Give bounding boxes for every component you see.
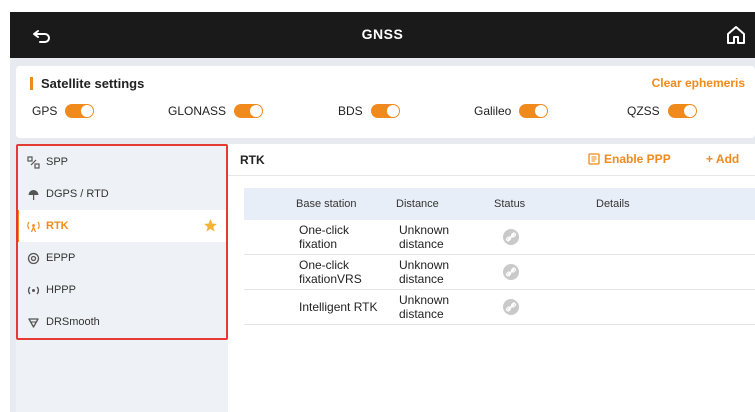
panel-header: RTK Enable PPP + Add [228, 144, 755, 176]
glonass-label: GLONASS [168, 104, 227, 118]
qzss-setting: QZSS [627, 104, 697, 118]
enable-ppp-button[interactable]: Enable PPP [588, 152, 671, 166]
gps-setting: GPS [32, 104, 95, 118]
document-icon [588, 153, 600, 165]
galileo-label: Galileo [474, 104, 512, 118]
toggle-knob [250, 105, 263, 117]
gps-toggle[interactable] [65, 104, 95, 118]
table-row[interactable]: Intelligent RTK Unknown distance [244, 290, 755, 325]
base-station-table: Base station Distance Status Details One… [244, 188, 755, 325]
table-header: Base station Distance Status Details [244, 188, 755, 220]
base-station-cell: Intelligent RTK [299, 300, 378, 314]
distance-cell: Unknown distance [399, 223, 450, 251]
base-station-cell: One-click fixation [299, 223, 350, 251]
enable-ppp-label: Enable PPP [604, 152, 671, 166]
bds-label: BDS [338, 104, 363, 118]
page-title: GNSS [361, 26, 404, 42]
link-icon[interactable] [502, 298, 520, 316]
base-station-cell: One-click fixationVRS [299, 258, 362, 286]
rtk-panel: RTK Enable PPP + Add Base station Distan… [228, 144, 755, 412]
toggle-knob [683, 105, 696, 117]
title-bar: GNSS [10, 12, 755, 58]
satellite-settings-title: Satellite settings [41, 76, 145, 91]
table-row[interactable]: One-click fixationVRS Unknown distance [244, 255, 755, 290]
home-icon[interactable] [725, 24, 747, 46]
glonass-toggle[interactable] [234, 104, 264, 118]
galileo-setting: Galileo [474, 104, 549, 118]
column-header: Status [494, 198, 526, 210]
bds-setting: BDS [338, 104, 400, 118]
add-button[interactable]: + Add [706, 152, 739, 166]
link-icon[interactable] [502, 228, 520, 246]
column-header: Details [596, 198, 630, 210]
satellite-settings-card: Satellite settings Clear ephemeris GPS G… [16, 66, 755, 138]
highlight-box [16, 144, 228, 340]
distance-cell: Unknown distance [399, 293, 450, 321]
bds-toggle[interactable] [370, 104, 400, 118]
galileo-toggle[interactable] [519, 104, 549, 118]
toggle-knob [81, 105, 94, 117]
glonass-setting: GLONASS [168, 104, 264, 118]
column-header: Distance [396, 198, 439, 210]
link-icon[interactable] [502, 263, 520, 281]
table-row[interactable]: One-click fixation Unknown distance [244, 220, 755, 255]
clear-ephemeris-button[interactable]: Clear ephemeris [652, 76, 745, 90]
column-header: Base station [296, 198, 357, 210]
gps-label: GPS [32, 104, 58, 118]
panel-title: RTK [240, 153, 265, 167]
satellite-settings-header: Satellite settings [30, 76, 144, 91]
qzss-toggle[interactable] [667, 104, 697, 118]
qzss-label: QZSS [627, 104, 660, 118]
distance-cell: Unknown distance [399, 258, 450, 286]
toggle-knob [386, 105, 399, 117]
toggle-knob [535, 105, 548, 117]
section-accent-bar [30, 77, 33, 90]
